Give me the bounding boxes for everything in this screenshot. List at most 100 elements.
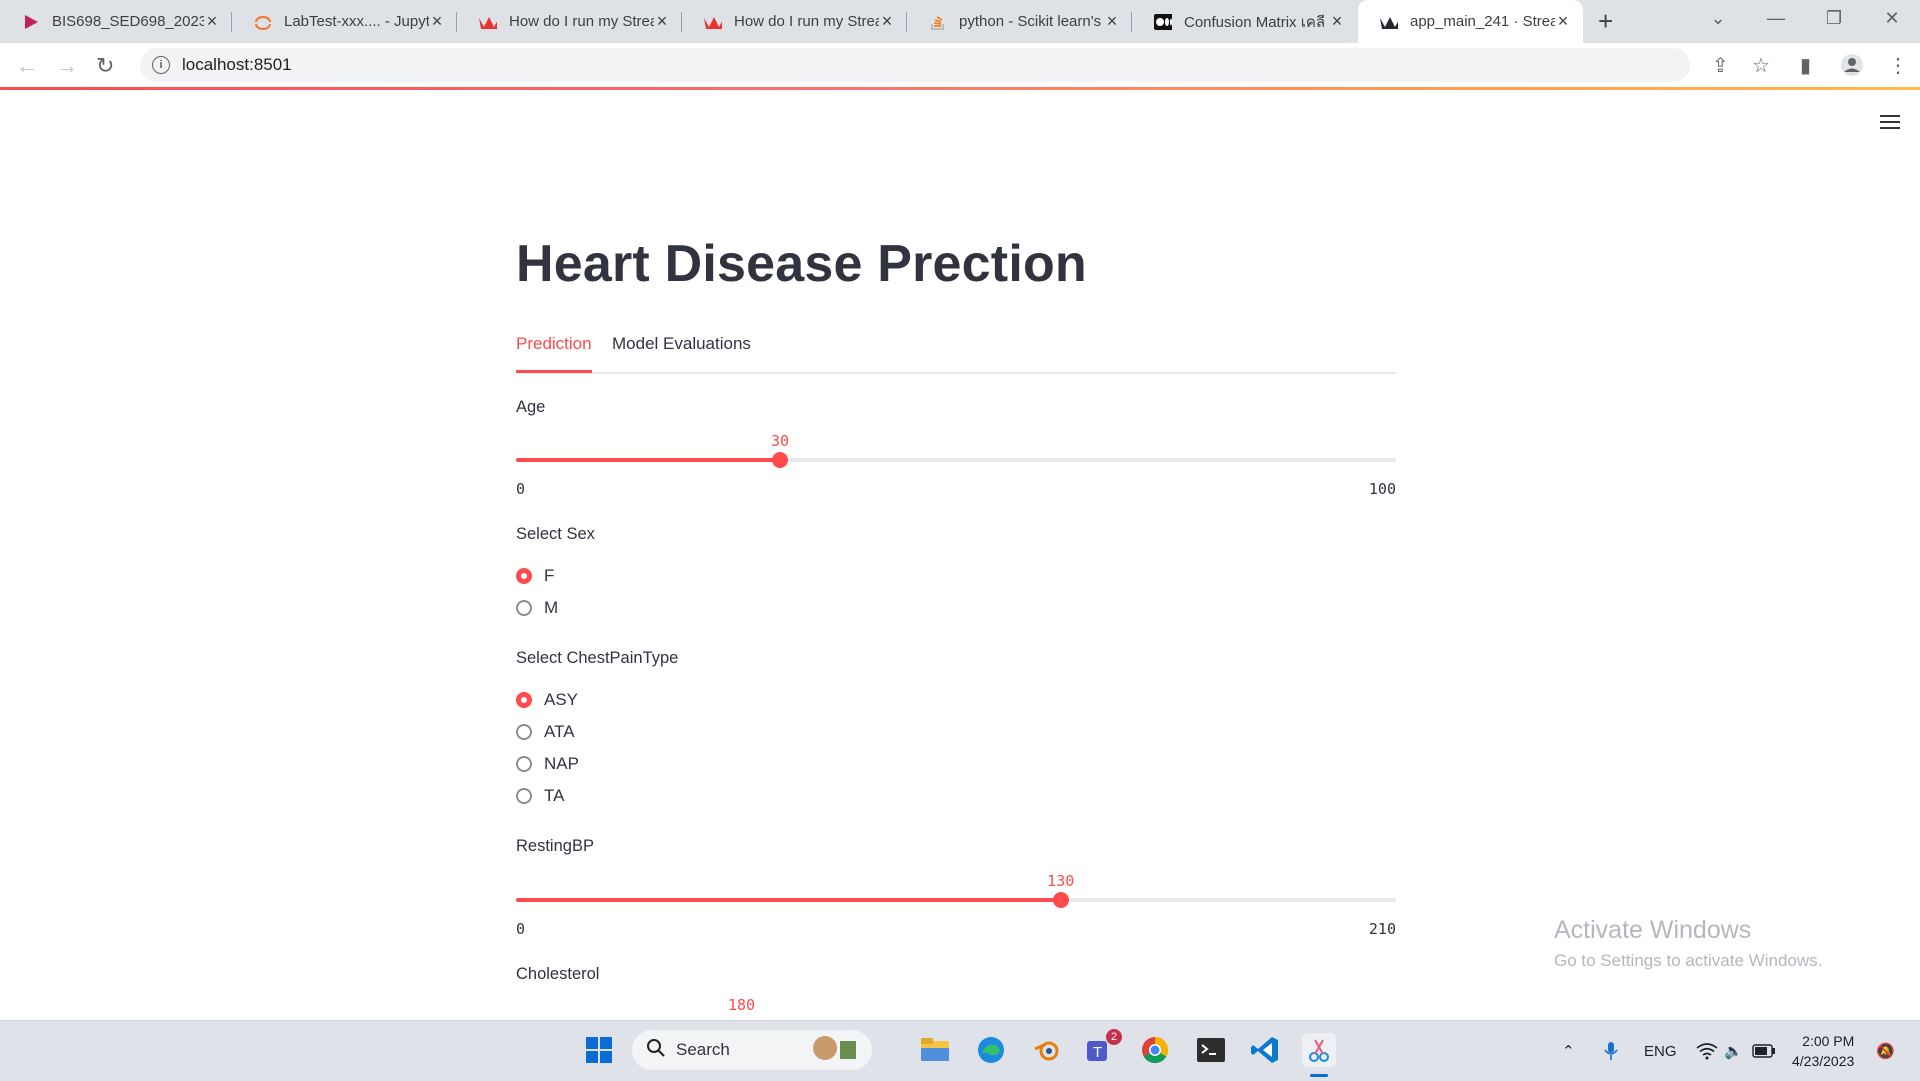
new-tab-button[interactable]: + — [1598, 6, 1613, 37]
radio-sex-f[interactable]: F — [516, 566, 554, 586]
minimize-button[interactable]: — — [1748, 0, 1804, 36]
close-icon[interactable]: × — [1104, 11, 1120, 32]
active-app-indicator — [1310, 1074, 1328, 1077]
slider-max: 100 — [1368, 480, 1396, 498]
system-clock[interactable]: 2:00 PM 4/23/2023 — [1792, 1031, 1854, 1071]
close-icon[interactable]: × — [1329, 11, 1345, 32]
hamburger-menu-icon[interactable] — [1880, 111, 1900, 133]
clock-time: 2:00 PM — [1802, 1033, 1855, 1049]
microphone-icon[interactable] — [1602, 1021, 1620, 1081]
show-hidden-icons-icon[interactable]: ⌃ — [1562, 1021, 1575, 1081]
restingbp-label: RestingBP — [516, 837, 594, 855]
restore-button[interactable]: ❐ — [1806, 0, 1862, 36]
close-icon[interactable]: × — [654, 11, 670, 32]
language-indicator[interactable]: ENG — [1644, 1021, 1677, 1081]
slider-max: 210 — [1368, 920, 1396, 938]
radio-label: TA — [544, 786, 565, 805]
teams-icon[interactable]: T 2 — [1084, 1029, 1122, 1067]
radio-chest-nap[interactable]: NAP — [516, 754, 579, 774]
slider-thumb[interactable] — [772, 452, 788, 468]
site-info-icon[interactable]: i — [152, 56, 170, 74]
radio-unselected-icon — [516, 788, 532, 804]
bookmark-star-icon[interactable]: ☆ — [1752, 53, 1770, 78]
cholesterol-label: Cholesterol — [516, 965, 600, 983]
age-slider[interactable]: 30 0 100 — [516, 432, 1396, 498]
slider-fill — [516, 898, 1061, 902]
cholesterol-slider-value: 180 — [728, 996, 756, 1014]
activate-windows-watermark: Activate Windows Go to Settings to activ… — [1554, 916, 1822, 971]
taskbar-search[interactable]: Search — [632, 1030, 872, 1070]
age-label: Age — [516, 398, 546, 416]
file-explorer-icon[interactable] — [918, 1033, 952, 1067]
menu-kebab-icon[interactable]: ⋮ — [1888, 53, 1908, 78]
tab-prediction[interactable]: Prediction — [516, 334, 592, 373]
close-window-button[interactable]: ✕ — [1864, 0, 1920, 36]
forward-button[interactable]: → — [56, 53, 78, 79]
radio-label: ATA — [544, 722, 575, 741]
side-panel-icon[interactable]: ▮ — [1800, 53, 1811, 78]
browser-tab-3[interactable]: How do I run my Strea × — [457, 0, 682, 43]
notification-bell-icon[interactable]: 🔕 — [1876, 1021, 1895, 1081]
radio-chest-ta[interactable]: TA — [516, 786, 564, 806]
reload-button[interactable]: ↻ — [96, 53, 114, 79]
vscode-icon[interactable] — [1248, 1033, 1282, 1067]
snipping-tool-icon[interactable] — [1302, 1033, 1336, 1067]
edge-icon[interactable] — [974, 1033, 1008, 1067]
browser-tab-4[interactable]: How do I run my Strea × — [682, 0, 907, 43]
blender-icon[interactable] — [1030, 1033, 1064, 1067]
search-icon — [646, 1038, 666, 1063]
slider-thumb[interactable] — [1052, 892, 1069, 908]
slider-min: 0 — [516, 920, 526, 938]
battery-icon[interactable] — [1752, 1021, 1776, 1081]
slider-min: 0 — [516, 480, 526, 498]
close-icon[interactable]: × — [1555, 11, 1571, 32]
radio-sex-m[interactable]: M — [516, 598, 558, 618]
radio-unselected-icon — [516, 756, 532, 772]
browser-tab-6[interactable]: Confusion Matrix เคลี × — [1132, 0, 1357, 43]
volume-icon[interactable]: 🔈 — [1724, 1021, 1743, 1081]
tab-model-evaluations[interactable]: Model Evaluations — [612, 334, 751, 354]
chrome-icon[interactable] — [1138, 1033, 1172, 1067]
browser-tab-2[interactable]: LabTest-xxx.... - Jupyte × — [232, 0, 457, 43]
streamlit-icon — [479, 13, 497, 31]
browser-toolbar: ← → ↻ i localhost:8501 ⇪ ☆ ▮ ⋮ — [0, 43, 1920, 87]
tab-title: app_main_241 · Strea — [1410, 13, 1555, 30]
radio-chest-asy[interactable]: ASY — [516, 690, 578, 710]
radio-unselected-icon — [516, 724, 532, 740]
medium-icon — [1154, 13, 1172, 31]
tab-title: python - Scikit learn's — [959, 13, 1102, 30]
share-icon[interactable]: ⇪ — [1712, 53, 1729, 78]
wifi-icon[interactable] — [1696, 1021, 1718, 1081]
terminal-icon[interactable] — [1194, 1033, 1228, 1067]
close-icon[interactable]: × — [204, 11, 220, 32]
sex-label: Select Sex — [516, 525, 595, 543]
close-icon[interactable]: × — [429, 11, 445, 32]
browser-tab-1[interactable]: BIS698_SED698_2023( × — [0, 0, 232, 43]
windows-start-icon[interactable] — [582, 1033, 616, 1067]
tab-title: How do I run my Strea — [734, 13, 879, 30]
radio-chest-ata[interactable]: ATA — [516, 722, 575, 742]
search-label: Search — [676, 1040, 730, 1059]
profile-avatar[interactable] — [1840, 53, 1864, 83]
slider-fill — [516, 458, 780, 462]
address-bar[interactable]: i localhost:8501 — [140, 48, 1690, 82]
browser-tab-7[interactable]: app_main_241 · Strea × — [1358, 0, 1583, 43]
url-text[interactable]: localhost:8501 — [182, 55, 292, 75]
close-icon[interactable]: × — [879, 11, 895, 32]
tab-title: How do I run my Strea — [509, 13, 654, 30]
windows-taskbar: Search T 2 ⌃ ENG 🔈 2:00 PM 4/23/2023 🔕 — [0, 1020, 1920, 1081]
play-icon — [22, 13, 40, 31]
search-highlight-icon — [810, 1033, 862, 1068]
streamlit-top-decoration — [0, 87, 1920, 90]
radio-label: ASY — [544, 690, 579, 709]
tab-title: BIS698_SED698_2023( — [52, 13, 204, 30]
restingbp-slider[interactable]: 130 0 210 — [516, 872, 1396, 938]
back-button[interactable]: ← — [16, 53, 38, 79]
chestpain-label: Select ChestPainType — [516, 649, 679, 667]
streamlit-icon — [1380, 13, 1398, 31]
radio-label: M — [544, 598, 559, 617]
tab-search-icon[interactable]: ⌄ — [1690, 0, 1746, 36]
browser-tab-5[interactable]: python - Scikit learn's × — [907, 0, 1132, 43]
svg-text:T: T — [1093, 1044, 1102, 1061]
tab-title: LabTest-xxx.... - Jupyte — [284, 13, 429, 30]
